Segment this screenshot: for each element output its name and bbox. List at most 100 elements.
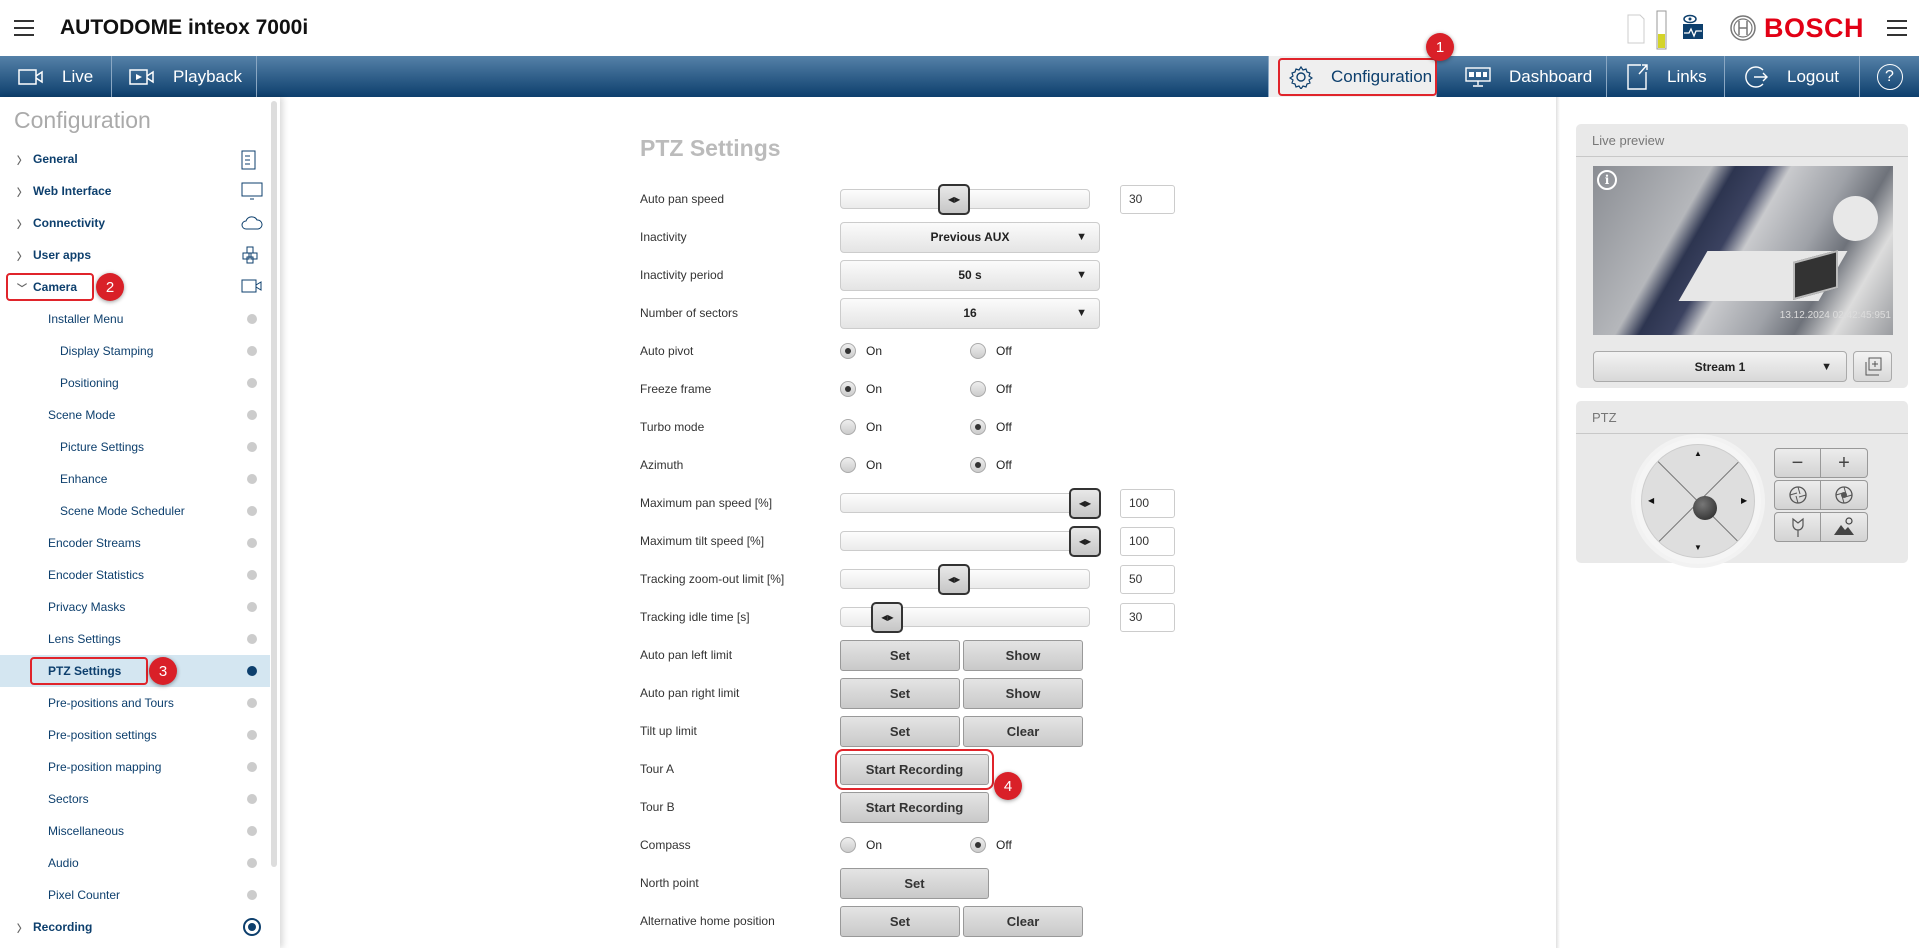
sidebar-item-scene-mode-scheduler[interactable]: Scene Mode Scheduler <box>0 495 270 527</box>
iris-close-button[interactable] <box>1774 480 1821 510</box>
pan-up-icon[interactable]: ▲ <box>1694 449 1702 458</box>
info-icon[interactable]: i <box>1597 170 1617 190</box>
turbo-mode-radio-on[interactable]: On <box>840 419 970 435</box>
sidebar-item-pixel-counter[interactable]: Pixel Counter <box>0 879 270 911</box>
radio-button[interactable] <box>840 381 856 397</box>
nav-live[interactable]: Live <box>0 56 112 97</box>
radio-button[interactable] <box>970 343 986 359</box>
sidebar-item-web-interface[interactable]: 〉 Web Interface <box>0 175 270 207</box>
nav-dashboard[interactable]: Dashboard <box>1437 56 1607 97</box>
sidebar-item-display-stamping[interactable]: Display Stamping <box>0 335 270 367</box>
auto-pivot-radio-on[interactable]: On <box>840 343 970 359</box>
turbo-mode-radio-off[interactable]: Off <box>970 419 1100 435</box>
tracking-idle-time-s-input[interactable] <box>1120 602 1175 632</box>
sidebar-item-installer-menu[interactable]: Installer Menu <box>0 303 270 335</box>
sidebar-item-encoder-streams[interactable]: Encoder Streams <box>0 527 270 559</box>
tracking-idle-time-s-slider[interactable]: ◀▶ <box>840 602 1090 633</box>
radio-button[interactable] <box>970 457 986 473</box>
tilt-up-limit-set-button[interactable]: Set <box>840 715 960 747</box>
pan-right-icon[interactable]: ▶ <box>1741 496 1747 505</box>
sidebar-item-privacy-masks[interactable]: Privacy Masks <box>0 591 270 623</box>
alternative-home-position-clear-button[interactable]: Clear <box>963 905 1083 937</box>
nav-links[interactable]: Links <box>1607 56 1725 97</box>
sidebar-item-audio[interactable]: Audio <box>0 847 270 879</box>
auto-pan-left-limit-set-button[interactable]: Set <box>840 639 960 671</box>
radio-button[interactable] <box>970 419 986 435</box>
auto-pan-right-limit-set-button[interactable]: Set <box>840 677 960 709</box>
zoom-in-button[interactable]: + <box>1821 448 1868 478</box>
slider-handle[interactable]: ◀▶ <box>871 602 904 633</box>
joystick-handle[interactable] <box>1693 496 1717 520</box>
auto-pan-speed-slider[interactable]: ◀▶ <box>840 184 1090 215</box>
inactivity-select[interactable]: Previous AUX ▼ <box>840 221 1100 253</box>
auto-pan-right-limit-show-button[interactable]: Show <box>963 677 1083 709</box>
azimuth-radio-off[interactable]: Off <box>970 457 1100 473</box>
compass-radio-on[interactable]: On <box>840 837 970 853</box>
slider-handle[interactable]: ◀▶ <box>1069 526 1101 557</box>
compass-radio-off[interactable]: Off <box>970 837 1100 853</box>
auto-pan-speed-input[interactable] <box>1120 184 1175 214</box>
sidebar-item-positioning[interactable]: Positioning <box>0 367 270 399</box>
radio-button[interactable] <box>970 837 986 853</box>
focus-near-button[interactable] <box>1774 512 1821 542</box>
radio-button[interactable] <box>840 343 856 359</box>
sidebar-item-picture-settings[interactable]: Picture Settings <box>0 431 270 463</box>
sidebar-item-pre-positions-and-tours[interactable]: Pre-positions and Tours <box>0 687 270 719</box>
slider-handle[interactable]: ◀▶ <box>938 184 971 215</box>
maximum-pan-speed-input[interactable] <box>1120 488 1175 518</box>
tour-b-start-recording-button[interactable]: Start Recording <box>840 791 989 823</box>
sidebar-item-scene-mode[interactable]: Scene Mode <box>0 399 270 431</box>
auto-pivot-radio-off[interactable]: Off <box>970 343 1100 359</box>
sidebar-scrollbar[interactable] <box>271 101 277 867</box>
radio-button[interactable] <box>970 381 986 397</box>
zoom-out-button[interactable]: − <box>1774 448 1821 478</box>
inactivity-period-select[interactable]: 50 s ▼ <box>840 259 1100 291</box>
north-point-set-button[interactable]: Set <box>840 867 989 899</box>
alternative-home-position-set-button[interactable]: Set <box>840 905 960 937</box>
sidebar-item-connectivity[interactable]: 〉 Connectivity <box>0 207 270 239</box>
sidebar-item-lens-settings[interactable]: Lens Settings <box>0 623 270 655</box>
stream-select[interactable]: Stream 1 ▼ <box>1593 351 1847 382</box>
azimuth-radio-on[interactable]: On <box>840 457 970 473</box>
sidebar-item-enhance[interactable]: Enhance <box>0 463 270 495</box>
freeze-frame-radio-on[interactable]: On <box>840 381 970 397</box>
user-menu-icon[interactable] <box>1887 20 1907 36</box>
sidebar-item-encoder-statistics[interactable]: Encoder Statistics <box>0 559 270 591</box>
nav-links-label: Links <box>1667 66 1707 86</box>
freeze-frame-radio-off[interactable]: Off <box>970 381 1100 397</box>
tracking-zoom-out-limit-slider[interactable]: ◀▶ <box>840 564 1090 595</box>
slider-handle[interactable]: ◀▶ <box>1069 488 1101 519</box>
nav-logout[interactable]: Logout <box>1725 56 1860 97</box>
pan-left-icon[interactable]: ◀ <box>1648 496 1654 505</box>
motion-monitor-icon[interactable] <box>1682 14 1704 40</box>
pan-down-icon[interactable]: ▼ <box>1694 543 1702 552</box>
ptz-joystick[interactable]: ▲ ▼ ◀ ▶ <box>1635 438 1761 564</box>
sidebar-item-recording[interactable]: 〉 Recording <box>0 911 270 943</box>
sidebar-item-sectors[interactable]: Sectors <box>0 783 270 815</box>
sidebar-item-miscellaneous[interactable]: Miscellaneous <box>0 815 270 847</box>
joystick-pad[interactable] <box>1641 444 1755 558</box>
sidebar-item-pre-position-mapping[interactable]: Pre-position mapping <box>0 751 270 783</box>
maximum-tilt-speed-slider[interactable]: ◀▶ <box>840 526 1101 557</box>
focus-far-button[interactable] <box>1821 512 1868 542</box>
sidebar-item-user-apps[interactable]: 〉 User apps <box>0 239 270 271</box>
maximum-tilt-speed-input[interactable] <box>1120 526 1175 556</box>
iris-open-button[interactable] <box>1821 480 1868 510</box>
tracking-zoom-out-limit-input[interactable] <box>1120 564 1175 594</box>
slider-handle[interactable]: ◀▶ <box>938 564 971 595</box>
number-of-sectors-select[interactable]: 16 ▼ <box>840 297 1100 329</box>
sidebar-item-general[interactable]: 〉 General <box>0 143 270 175</box>
nav-help[interactable]: ? <box>1860 56 1919 97</box>
open-stream-window-button[interactable] <box>1853 351 1892 382</box>
live-video[interactable]: i 13.12.2024 02:42:45:951 <box>1593 166 1893 335</box>
nav-playback[interactable]: Playback <box>112 56 257 97</box>
auto-pan-left-limit-show-button[interactable]: Show <box>963 639 1083 671</box>
radio-button[interactable] <box>840 457 856 473</box>
radio-button[interactable] <box>840 837 856 853</box>
sidebar-item-pre-position-settings[interactable]: Pre-position settings <box>0 719 270 751</box>
maximum-pan-speed-slider[interactable]: ◀▶ <box>840 488 1101 519</box>
menu-icon[interactable] <box>14 20 34 36</box>
tilt-up-limit-clear-button[interactable]: Clear <box>963 715 1083 747</box>
radio-button[interactable] <box>840 419 856 435</box>
tour-a-start-recording-button[interactable]: Start Recording <box>835 748 994 790</box>
